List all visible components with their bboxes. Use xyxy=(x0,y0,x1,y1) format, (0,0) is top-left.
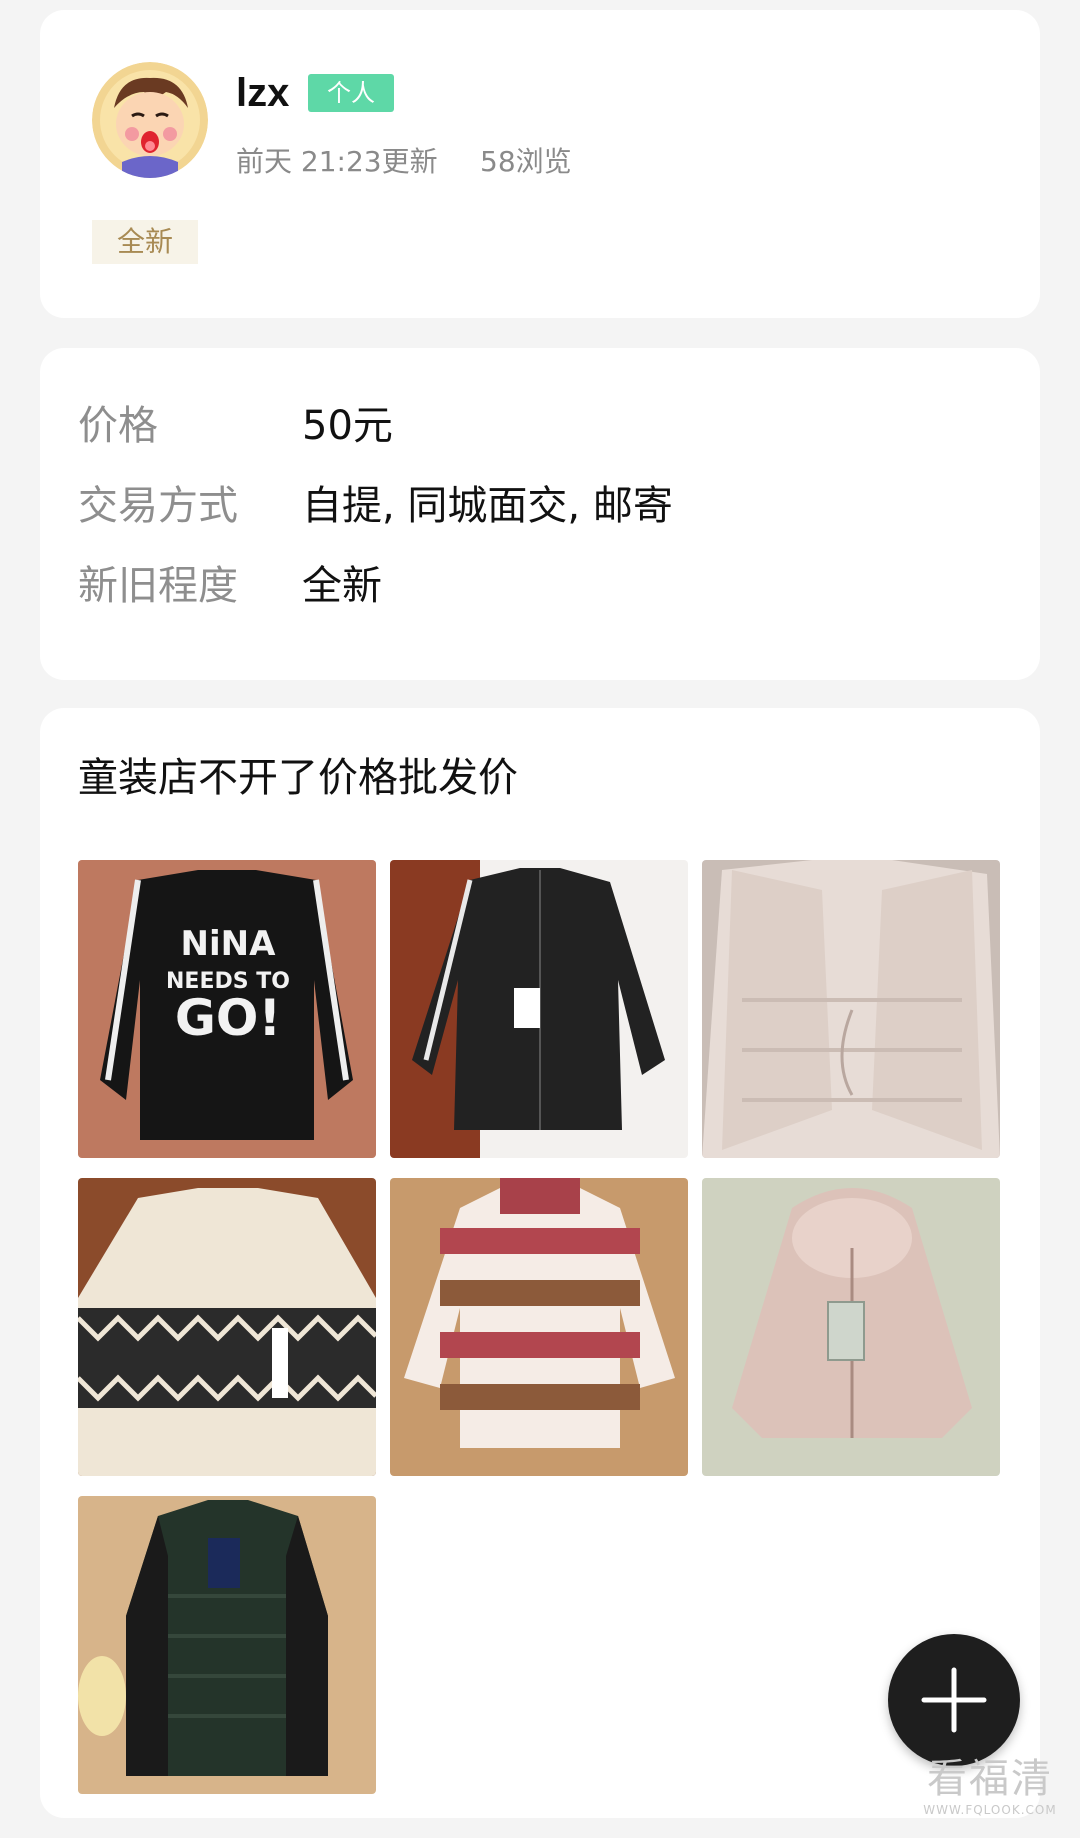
plus-icon xyxy=(921,1667,987,1733)
photo-3[interactable] xyxy=(702,860,1000,1158)
publish-button[interactable] xyxy=(888,1634,1020,1766)
svg-text:NiNA: NiNA xyxy=(181,924,277,964)
seller-name[interactable]: lzx xyxy=(236,68,289,118)
condition-label: 新旧程度 xyxy=(78,563,238,609)
item-details-card: 价格 50元 交易方式 自提, 同城面交, 邮寄 新旧程度 全新 xyxy=(40,348,1040,680)
seller-avatar[interactable] xyxy=(92,62,208,178)
photo-7[interactable] xyxy=(78,1496,376,1794)
watermark: 看福清 WWW.FQLOOK.COM xyxy=(920,1756,1060,1818)
price-value: 50元 xyxy=(302,403,393,449)
description-text: 童装店不开了价格批发价 xyxy=(78,755,518,801)
photo-6[interactable] xyxy=(702,1178,1000,1476)
trade-method-value: 自提, 同城面交, 邮寄 xyxy=(302,483,673,529)
condition-value: 全新 xyxy=(302,563,382,609)
seller-card: lzx 个人 前天 21:23更新 58浏览 全新 xyxy=(40,10,1040,318)
watermark-main: 看福清 xyxy=(927,1756,1053,1802)
watermark-url: WWW.FQLOOK.COM xyxy=(923,1803,1057,1817)
view-count: 58浏览 xyxy=(480,145,572,178)
photo-1[interactable]: NiNA NEEDS TO GO! xyxy=(78,860,376,1158)
svg-text:GO!: GO! xyxy=(175,989,281,1047)
update-time: 前天 21:23更新 xyxy=(236,145,438,178)
photo-2[interactable] xyxy=(390,860,688,1158)
price-label: 价格 xyxy=(78,403,158,449)
photo-4[interactable] xyxy=(78,1178,376,1476)
trade-method-label: 交易方式 xyxy=(78,483,238,529)
condition-tag: 全新 xyxy=(92,220,198,264)
personal-badge: 个人 xyxy=(308,74,394,112)
photo-5[interactable] xyxy=(390,1178,688,1476)
